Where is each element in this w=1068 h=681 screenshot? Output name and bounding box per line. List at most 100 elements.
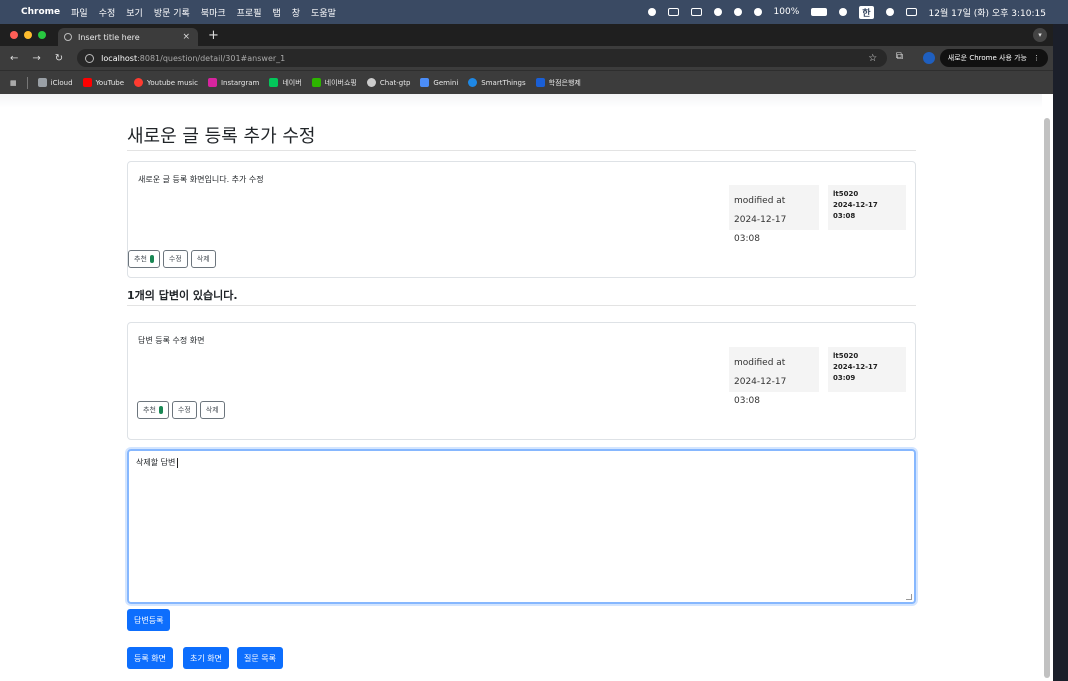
modified-date: 2024-12-17 03:08 bbox=[734, 215, 787, 244]
tab-title: Insert title here bbox=[78, 32, 140, 42]
battery-icon[interactable] bbox=[811, 8, 828, 16]
wifi-icon[interactable] bbox=[839, 8, 848, 16]
resize-grip-icon[interactable] bbox=[906, 594, 912, 600]
profile-avatar-icon[interactable] bbox=[923, 52, 935, 64]
cloud-icon[interactable] bbox=[647, 8, 656, 16]
edit-button[interactable]: 수정 bbox=[162, 250, 188, 268]
new-tab-button[interactable]: + bbox=[208, 28, 219, 43]
extensions-puzzle-icon[interactable]: ⧉ bbox=[896, 51, 903, 62]
bookmark-label: SmartThings bbox=[481, 78, 526, 87]
display-icon[interactable] bbox=[667, 8, 679, 16]
menu-window[interactable]: 창 bbox=[292, 6, 300, 19]
url-path: :8081/question/detail/301#answer_1 bbox=[137, 53, 286, 63]
tab-close-icon[interactable]: × bbox=[182, 32, 190, 42]
macos-menubar: Chrome 파일 수정 보기 방문 기록 북마크 프로필 탭 창 도움말 10… bbox=[0, 0, 1068, 24]
answer-author-box: lt5020 2024-12-17 03:09 bbox=[828, 347, 906, 392]
forward-arrow-icon[interactable]: → bbox=[32, 53, 40, 64]
youtube-icon bbox=[82, 78, 92, 87]
gemini-sparkle-icon bbox=[420, 78, 430, 87]
answer-textarea-value: 삭제할 답변 bbox=[136, 458, 176, 467]
bookmark-naver[interactable]: 네이버 bbox=[269, 78, 302, 88]
modified-label: modified at bbox=[734, 358, 786, 368]
tab-search-chevron-icon[interactable]: ▾ bbox=[1033, 28, 1047, 42]
bookmark-chatgpt[interactable]: Chat-gtp bbox=[366, 78, 411, 87]
bookmark-credit-bank[interactable]: 학점은행제 bbox=[535, 78, 581, 88]
answer-actions: 추천 수정 삭제 bbox=[137, 401, 225, 419]
menubar-clock[interactable]: 12월 17일 (화) 오후 3:10:15 bbox=[929, 6, 1046, 19]
bookmark-smartthings[interactable]: SmartThings bbox=[468, 78, 526, 87]
screen-mirror-icon[interactable] bbox=[690, 8, 702, 16]
submit-answer-button[interactable]: 답변등록 bbox=[127, 609, 171, 631]
page-scrollbar[interactable] bbox=[1044, 118, 1050, 678]
menu-profiles[interactable]: 프로필 bbox=[237, 6, 262, 19]
chatgpt-icon bbox=[366, 78, 376, 87]
recommend-button[interactable]: 추천 bbox=[128, 250, 160, 268]
bookmark-youtube[interactable]: YouTube bbox=[82, 78, 125, 87]
bookmark-label: 학점은행제 bbox=[548, 78, 581, 87]
bookmark-label: Youtube music bbox=[147, 78, 198, 87]
bookmark-label: Instargram bbox=[220, 78, 260, 87]
tab-strip: Insert title here × + ▾ bbox=[0, 24, 1053, 46]
menu-history[interactable]: 방문 기록 bbox=[154, 6, 190, 19]
bluetooth-icon[interactable] bbox=[713, 8, 722, 16]
question-modified-box: modified at 2024-12-17 03:08 bbox=[729, 185, 819, 244]
bookmark-instagram[interactable]: Instargram bbox=[207, 78, 260, 87]
control-center-icon[interactable] bbox=[905, 8, 917, 16]
answer-textarea[interactable]: 삭제할 답변 bbox=[127, 449, 916, 604]
menu-help[interactable]: 도움말 bbox=[311, 6, 336, 19]
apps-grid-icon[interactable]: ▦ bbox=[10, 79, 17, 87]
input-method-indicator[interactable]: 한 bbox=[859, 5, 874, 19]
modified-label: modified at bbox=[734, 196, 786, 206]
chrome-update-label: 새로운 Chrome 사용 가능 bbox=[947, 54, 1027, 62]
author-name: lt5020 bbox=[833, 352, 859, 360]
spotlight-search-icon[interactable] bbox=[885, 8, 894, 16]
url-host: localhost bbox=[101, 53, 138, 63]
recommend-label: 추천 bbox=[143, 406, 156, 414]
answer-edit-button[interactable]: 수정 bbox=[171, 401, 197, 419]
back-arrow-icon[interactable]: ← bbox=[10, 53, 18, 64]
menu-bookmarks[interactable]: 북마크 bbox=[201, 6, 226, 19]
register-page-button[interactable]: 등록 화면 bbox=[127, 647, 173, 669]
window-controls bbox=[0, 31, 46, 39]
delete-button[interactable]: 삭제 bbox=[190, 250, 216, 268]
question-list-button[interactable]: 질문 목록 bbox=[237, 647, 283, 669]
menu-file[interactable]: 파일 bbox=[71, 6, 88, 19]
bookmark-icloud[interactable]: iCloud bbox=[37, 78, 73, 87]
minimize-window-icon[interactable] bbox=[24, 31, 32, 39]
more-menu-icon[interactable]: ⋮ bbox=[1033, 54, 1040, 62]
home-page-button[interactable]: 초기 화면 bbox=[183, 647, 229, 669]
answer-delete-button[interactable]: 삭제 bbox=[199, 401, 225, 419]
bookmarks-divider bbox=[26, 76, 28, 89]
airplay-icon[interactable] bbox=[733, 8, 742, 16]
answer-count-divider bbox=[127, 305, 916, 306]
answer-recommend-button[interactable]: 추천 bbox=[137, 401, 169, 419]
menu-view[interactable]: 보기 bbox=[126, 6, 143, 19]
naver-icon bbox=[269, 78, 279, 87]
clock-icon[interactable] bbox=[753, 8, 762, 16]
recommend-label: 추천 bbox=[134, 255, 147, 263]
menu-edit[interactable]: 수정 bbox=[99, 6, 116, 19]
menu-tab[interactable]: 탭 bbox=[272, 6, 280, 19]
battery-percent[interactable]: 100% bbox=[774, 7, 800, 17]
bookmark-youtube-music[interactable]: Youtube music bbox=[134, 78, 198, 87]
bookmark-label: Chat-gtp bbox=[379, 78, 411, 87]
bookmark-gemini[interactable]: Gemini bbox=[420, 78, 458, 87]
bookmark-label: 네이버쇼핑 bbox=[324, 78, 357, 87]
bookmark-label: iCloud bbox=[50, 78, 73, 87]
bookmark-label: YouTube bbox=[95, 78, 125, 87]
close-window-icon[interactable] bbox=[10, 31, 18, 39]
youtube-music-icon bbox=[134, 78, 144, 87]
tab-active[interactable]: Insert title here × bbox=[58, 28, 198, 46]
site-info-icon[interactable] bbox=[85, 53, 95, 63]
question-content: 새로운 글 등록 화면입니다. 추가 수정 bbox=[138, 175, 264, 184]
bookmark-naver-shopping[interactable]: 네이버쇼핑 bbox=[311, 78, 357, 88]
title-divider bbox=[127, 150, 916, 151]
answer-content: 답변 등록 수정 화면 bbox=[138, 336, 205, 345]
page-content: 새로운 글 등록 추가 수정 새로운 글 등록 화면입니다. 추가 수정 mod… bbox=[0, 94, 1053, 681]
address-bar[interactable]: localhost :8081/question/detail/301#answ… bbox=[77, 49, 888, 67]
reload-icon[interactable]: ↻ bbox=[55, 53, 63, 64]
maximize-window-icon[interactable] bbox=[38, 31, 46, 39]
menu-app-name[interactable]: Chrome bbox=[21, 7, 60, 17]
chrome-update-button[interactable]: 새로운 Chrome 사용 가능 ⋮ bbox=[939, 49, 1048, 67]
bookmark-star-icon[interactable]: ☆ bbox=[868, 53, 877, 64]
